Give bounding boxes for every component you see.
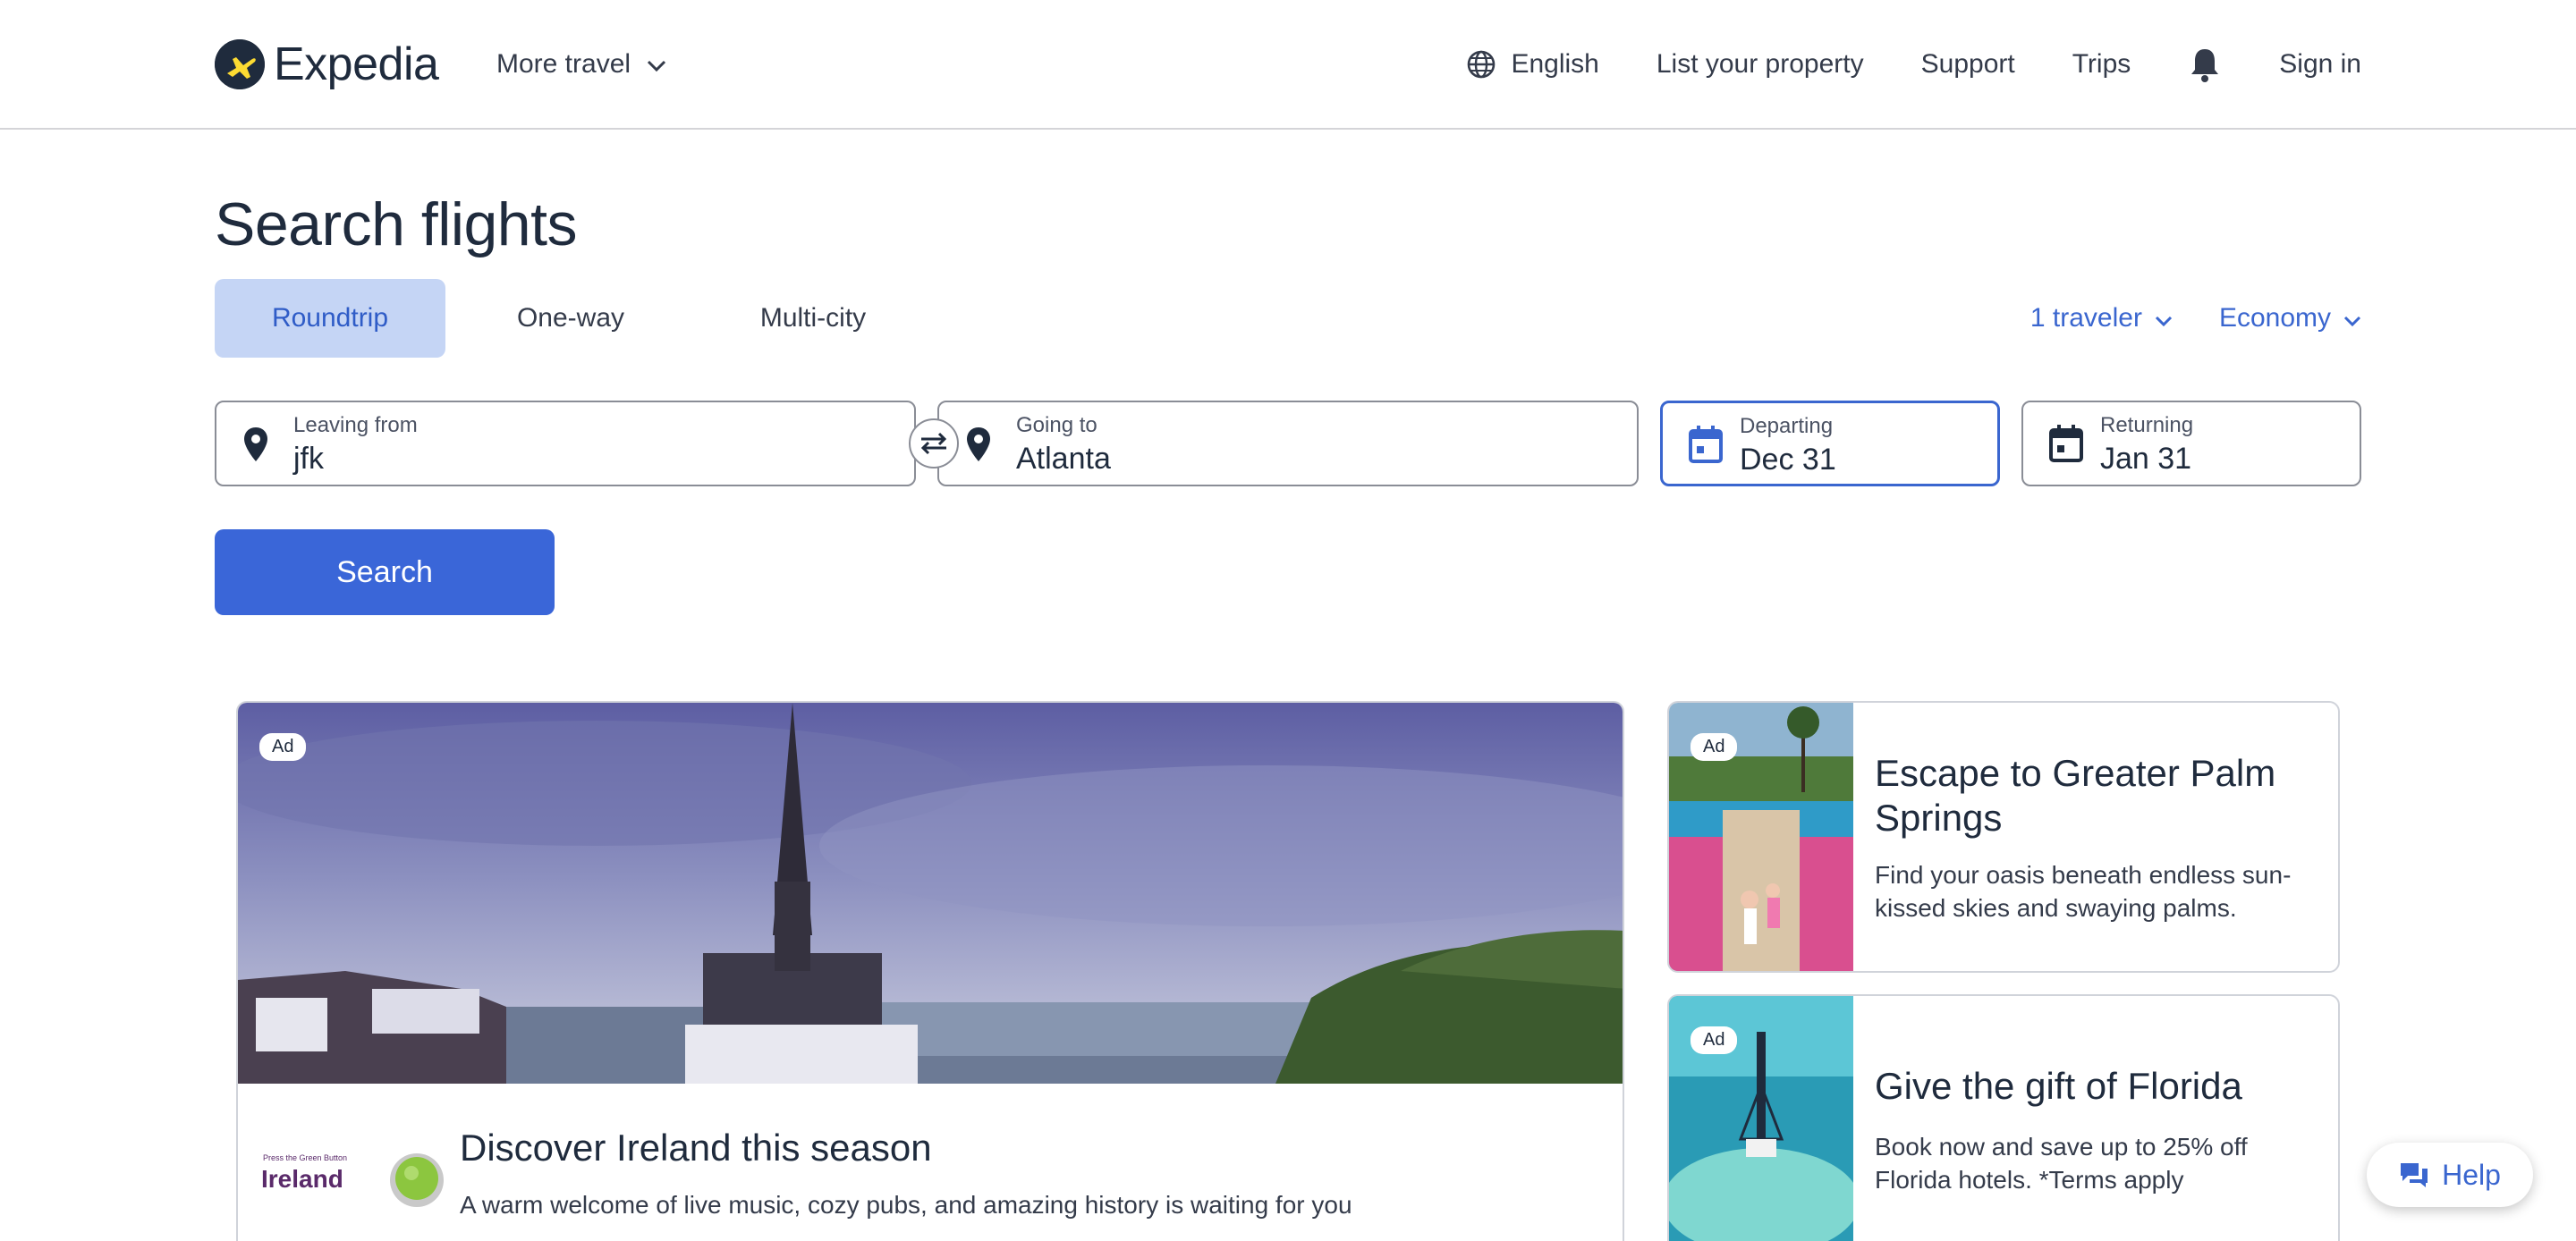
calendar-icon [2048,424,2084,468]
sign-in-link[interactable]: Sign in [2279,49,2361,80]
support-link[interactable]: Support [1921,49,2015,80]
header-nav: English List your property Support Trips… [1466,43,2361,86]
tab-one-way[interactable]: One-way [445,279,696,358]
going-to-value: Atlanta [1016,442,1111,476]
ad-description: Book now and save up to 25% off Florida … [1875,1133,2248,1194]
ad-card-florida[interactable]: Ad Give the gift of Florida Book now and… [1667,994,2340,1241]
chevron-down-icon [647,49,666,80]
bell-icon [2188,46,2222,83]
leaving-from-field[interactable]: Leaving from jfk [215,401,916,486]
ad-description: Find your oasis beneath endless sun-kiss… [1875,861,2292,922]
ireland-hero-image [238,703,1623,1084]
ad-badge: Ad [1690,1026,1738,1054]
expedia-logo[interactable]: Expedia [215,38,439,91]
going-to-field[interactable]: Going to Atlanta [937,401,1639,486]
travelers-label: 1 traveler [2029,303,2142,333]
departing-label: Departing [1740,414,1834,438]
help-label: Help [2442,1158,2501,1191]
swap-locations-button[interactable] [909,418,959,469]
cabin-class-dropdown[interactable]: Economy [2219,303,2361,333]
swap-arrows-icon [918,430,950,457]
more-travel-label: More travel [496,49,631,79]
help-button[interactable]: Help [2367,1143,2533,1207]
leaving-from-label: Leaving from [293,413,418,437]
language-selector[interactable]: English [1466,49,1599,80]
page-title: Search flights [215,190,577,258]
chat-icon [2399,1161,2429,1188]
map-pin-icon [242,426,270,468]
ad-card-palm-springs[interactable]: Ad Escape to Greater Palm Springs Find y… [1667,701,2340,973]
ad-badge: Ad [1690,733,1738,761]
returning-label: Returning [2100,413,2194,437]
ad-title: Escape to Greater Palm Springs [1875,752,2276,839]
returning-date-field[interactable]: Returning Jan 31 [2021,401,2361,486]
globe-icon [1466,49,1496,80]
ad-title: Give the gift of Florida [1875,1065,2242,1107]
travelers-dropdown[interactable]: 1 traveler [2030,303,2173,333]
tab-roundtrip[interactable]: Roundtrip [215,279,445,358]
discover-ireland-logo: Press the Green Button Ireland [261,1143,460,1214]
ad-description: A warm welcome of live music, cozy pubs,… [460,1191,1352,1219]
map-pin-icon [964,426,993,468]
logo-text: Expedia [274,38,439,90]
departing-date-field[interactable]: Departing Dec 31 [1660,401,2000,486]
cabin-class-label: Economy [2218,303,2331,333]
ad-badge: Ad [259,733,307,761]
trips-link[interactable]: Trips [2072,49,2131,80]
tab-multi-city[interactable]: Multi-city [696,279,930,358]
notifications-button[interactable] [2188,46,2222,83]
language-label: English [1511,49,1599,79]
svg-text:Ireland: Ireland [261,1165,343,1193]
travel-options: 1 traveler Economy [2030,299,2361,338]
returning-value: Jan 31 [2100,442,2192,476]
svg-text:Press the Green Button: Press the Green Button [263,1153,347,1162]
more-travel-menu[interactable]: More travel [496,46,666,82]
chevron-down-icon [2343,303,2361,333]
leaving-from-value: jfk [293,442,324,476]
ad-card-ireland[interactable]: Ad Press the Green Button Ireland Discov… [236,701,1624,1241]
trip-type-tabs: Roundtrip One-way Multi-city [215,279,930,358]
ad-title: Discover Ireland this season [460,1127,932,1169]
calendar-icon [1688,425,1724,469]
departing-value: Dec 31 [1740,443,1836,477]
chevron-down-icon [2155,303,2173,333]
plane-logo-icon [215,39,265,89]
top-header: Expedia More travel English List your pr… [0,0,2576,130]
going-to-label: Going to [1016,413,1097,437]
search-button[interactable]: Search [215,529,555,615]
list-property-link[interactable]: List your property [1657,49,1864,80]
